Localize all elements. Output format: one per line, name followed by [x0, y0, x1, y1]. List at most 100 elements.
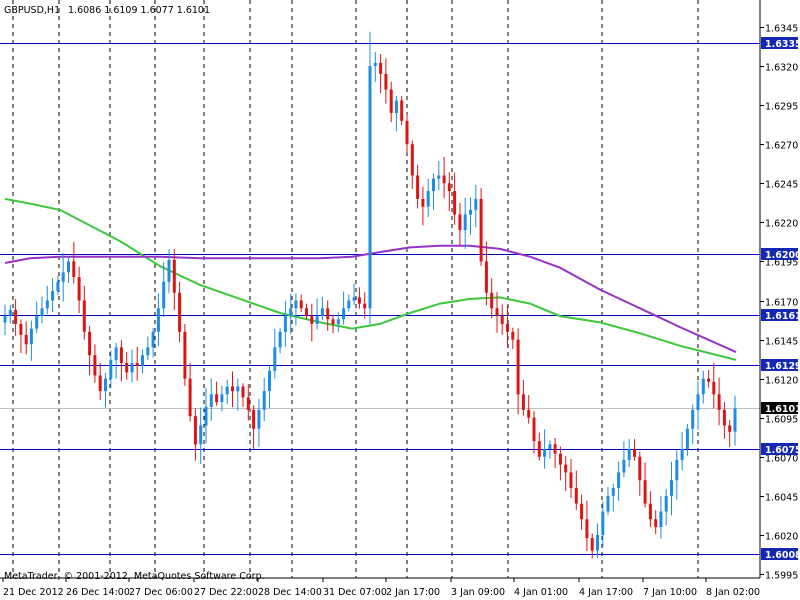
time-tick-label-6: 2 Jan 17:00 — [386, 587, 440, 598]
candle-body — [643, 480, 647, 504]
candle-body — [273, 347, 277, 371]
candle-body — [220, 394, 224, 403]
candle-body — [336, 319, 340, 324]
copyright-text: MetaTrader, © 2001-2012, MetaQuotes Soft… — [4, 571, 265, 582]
candle-body — [548, 444, 552, 449]
candle-body — [231, 386, 234, 392]
candle-body — [511, 331, 515, 340]
candle-body — [712, 381, 716, 395]
candle-body — [506, 323, 509, 332]
candle-body — [342, 308, 346, 320]
candle-body — [379, 62, 383, 74]
candle-body — [8, 309, 12, 317]
candle-body — [553, 444, 557, 454]
candle-body — [479, 198, 483, 262]
candle-body — [77, 277, 81, 301]
candle-body — [172, 259, 176, 293]
price-tick-label-3: 1.6270 — [765, 141, 798, 152]
candle-body — [347, 300, 351, 309]
candle-body — [680, 449, 684, 460]
candle-body — [125, 363, 129, 373]
time-tick-label-7: 3 Jan 09:00 — [451, 587, 505, 598]
candle-body — [167, 259, 171, 282]
price-tick-label-1: 1.6320 — [765, 63, 798, 74]
candle-body — [469, 209, 472, 215]
candle-body — [558, 453, 562, 465]
candle-34 — [183, 324, 187, 386]
candle-body — [268, 370, 271, 392]
candle-body — [289, 308, 293, 317]
level-label-4: 1.6075 — [765, 445, 800, 456]
candle-body — [262, 391, 266, 410]
candle-body — [162, 281, 166, 309]
price-tick-label-2: 1.6295 — [765, 102, 798, 113]
candle-body — [722, 409, 726, 426]
candle-body — [119, 347, 123, 363]
candle-body — [564, 464, 568, 473]
time-tick-label-3: 27 Dec 22:00 — [194, 587, 258, 598]
candle-body — [580, 503, 584, 520]
candle-body — [474, 198, 478, 210]
candle-body — [109, 359, 113, 379]
candle-body — [617, 472, 621, 488]
candle-body — [638, 456, 642, 481]
price-tick-label-0: 1.6345 — [765, 24, 798, 35]
candle-body — [373, 62, 377, 66]
candle-body — [19, 323, 23, 335]
price-tick-label-9: 1.6120 — [765, 376, 798, 387]
candle-body — [252, 409, 256, 429]
candle-body — [532, 417, 536, 442]
candle-body — [596, 534, 599, 551]
candle-body — [3, 316, 7, 323]
candle-body — [707, 378, 711, 382]
price-chart[interactable]: 1.6345 1.6320 1.6295 1.6270 1.6245 1.6220 1.61… — [0, 0, 800, 600]
candle-body — [156, 308, 160, 332]
candle-body — [410, 144, 414, 176]
candle-body — [627, 449, 631, 460]
price-tick-label-8: 1.6145 — [765, 337, 798, 348]
candle-body — [204, 406, 208, 426]
candle-body — [389, 89, 393, 113]
candle-69 — [368, 31, 372, 325]
level-label-5: 1.6008 — [765, 550, 800, 561]
chart-header-ohlc: 1.6086 1.6109 1.6077 1.6101 — [68, 5, 210, 16]
chart-background — [0, 0, 800, 600]
candle-body — [45, 300, 49, 309]
level-label-3: 1.6129 — [765, 361, 800, 372]
time-tick-label-10: 7 Jan 10:00 — [643, 587, 697, 598]
candle-body — [51, 291, 55, 301]
candle-body — [24, 334, 28, 345]
candle-body — [98, 375, 102, 392]
candle-body — [416, 175, 420, 199]
price-axis: 1.6345 1.6320 1.6295 1.6270 1.6245 1.6220 1.61… — [760, 24, 798, 582]
candle-body — [305, 308, 308, 317]
candle-body — [670, 480, 673, 496]
candle-body — [209, 394, 213, 407]
level-label-1: 1.6200 — [765, 250, 800, 261]
time-tick-label-8: 4 Jan 01:00 — [514, 587, 568, 598]
candle-body — [426, 191, 430, 207]
candle-body — [717, 394, 721, 410]
time-tick-label-1: 26 Dec 14:00 — [66, 587, 130, 598]
candle-body — [183, 331, 187, 379]
candle-body — [701, 378, 705, 395]
candle-body — [82, 300, 86, 332]
candle-body — [574, 488, 578, 504]
candle-body — [368, 66, 372, 309]
candle-body — [326, 308, 330, 320]
current-price-label: 1.6101 — [765, 404, 800, 415]
candle-body — [405, 120, 409, 145]
candle-body — [236, 386, 240, 392]
candle-body — [527, 409, 531, 418]
candle-body — [357, 297, 361, 304]
candle-body — [442, 175, 446, 184]
candle-body — [363, 303, 367, 309]
candle-body — [188, 378, 192, 417]
candle-body — [394, 100, 398, 113]
candle-body — [178, 292, 182, 332]
candle-body — [67, 261, 70, 273]
candle-body — [733, 408, 737, 432]
time-tick-label-5: 31 Dec 07:00 — [323, 587, 387, 598]
candle-body — [421, 198, 425, 207]
price-tick-label-14: 1.5995 — [765, 571, 798, 582]
